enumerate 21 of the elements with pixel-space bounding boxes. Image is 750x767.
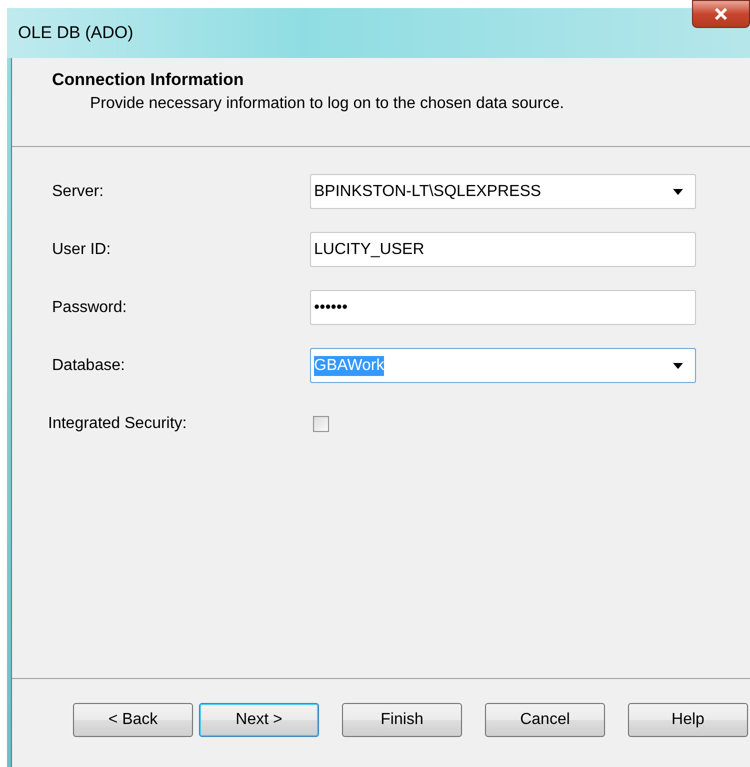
wizard-button[interactable]: < Back <box>73 703 193 737</box>
field-label: User ID: <box>52 240 112 258</box>
wizard-button[interactable]: Help <box>628 703 748 737</box>
checkbox[interactable] <box>313 416 329 432</box>
wizard-button[interactable]: Finish <box>342 703 462 737</box>
window-title: OLE DB (ADO) <box>17 23 134 43</box>
dropdown-arrow-icon[interactable] <box>673 188 683 194</box>
field-label: Server: <box>52 182 105 200</box>
dropdown-arrow-icon[interactable] <box>673 362 683 368</box>
field-label: Password: <box>52 298 128 316</box>
field-label: Database: <box>52 356 126 374</box>
close-button[interactable] <box>692 0 750 28</box>
page-description: Provide necessary information to log on to the chosen data source. <box>89 95 566 113</box>
close-icon <box>714 8 728 20</box>
field-label: Integrated Security: <box>48 415 188 433</box>
wizard-button[interactable]: Cancel <box>485 703 605 737</box>
wizard-button[interactable]: Next > <box>199 703 319 737</box>
page-heading: Connection Information <box>52 70 245 90</box>
input-field[interactable]: •••••• <box>310 290 696 325</box>
combo-box[interactable]: BPINKSTON-LT\SQLEXPRESS <box>310 174 696 209</box>
input-field[interactable]: LUCITY_USER <box>310 232 696 267</box>
